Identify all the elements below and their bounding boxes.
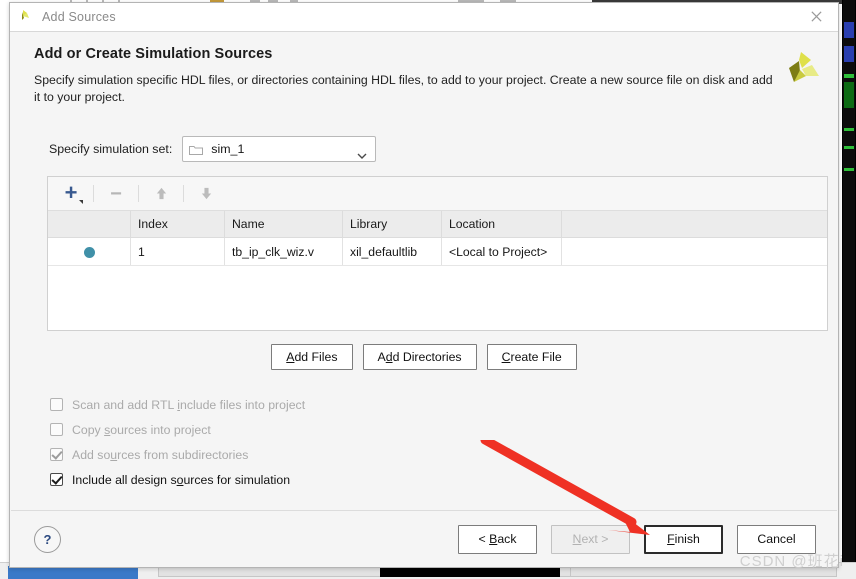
table-body: 1 tb_ip_clk_wiz.v xil_defaultlib <Local … <box>48 237 827 266</box>
option-label: Include all design sources for simulatio… <box>72 472 291 487</box>
sources-empty-area[interactable] <box>48 266 827 330</box>
checkbox-add-subdirectories <box>50 448 63 461</box>
sources-table: Index Name Library Location 1 tb_ip_clk_… <box>48 211 827 266</box>
column-header-location[interactable]: Location <box>441 211 562 238</box>
row-filler <box>561 237 827 266</box>
simulation-set-row: Specify simulation set: sim_1 <box>49 136 816 162</box>
caret-down-icon <box>79 199 83 204</box>
page-description: Specify simulation specific HDL files, o… <box>34 73 773 104</box>
close-icon[interactable] <box>794 3 838 30</box>
xilinx-logo-icon <box>19 9 35 25</box>
cancel-label: Cancel <box>757 532 796 546</box>
column-header-index[interactable]: Index <box>130 211 225 238</box>
simulation-set-label: Specify simulation set: <box>49 142 173 156</box>
option-label: Scan and add RTL include files into proj… <box>72 397 306 412</box>
folder-icon <box>189 143 204 155</box>
add-files-label: Add Files <box>286 350 338 364</box>
row-index: 1 <box>130 237 225 266</box>
dialog-header: Add or Create Simulation Sources Specify… <box>10 32 838 116</box>
table-row[interactable]: 1 tb_ip_clk_wiz.v xil_defaultlib <Local … <box>48 237 827 266</box>
arrow-up-icon[interactable] <box>146 181 176 207</box>
create-file-label: Create File <box>501 350 562 364</box>
column-header-library[interactable]: Library <box>342 211 442 238</box>
sources-panel: + − Index Name Library Location 1 tb_ip_… <box>47 176 828 331</box>
create-file-button[interactable]: Create File <box>486 344 577 370</box>
plus-icon[interactable]: + <box>56 181 86 207</box>
add-sources-dialog: Add Sources Add or Create Simulation Sou… <box>9 2 839 568</box>
chevron-down-icon <box>357 146 367 159</box>
options-list: Scan and add RTL include files into proj… <box>50 392 816 492</box>
option-label: Add sources from subdirectories <box>72 447 249 462</box>
add-directories-button[interactable]: Add Directories <box>362 344 477 370</box>
row-name: tb_ip_clk_wiz.v <box>224 237 343 266</box>
dialog-title: Add Sources <box>42 10 116 24</box>
row-location: <Local to Project> <box>441 237 562 266</box>
row-library: xil_defaultlib <box>342 237 442 266</box>
simulation-set-value: sim_1 <box>211 142 245 156</box>
option-label: Copy sources into project <box>72 422 211 437</box>
column-header-filler <box>561 211 827 238</box>
minus-icon[interactable]: − <box>101 181 131 207</box>
background-editor-minimap <box>842 0 856 579</box>
row-status-dot <box>48 237 131 266</box>
checkbox-scan-rtl-include <box>50 398 63 411</box>
arrow-down-icon[interactable] <box>191 181 221 207</box>
table-header-row: Index Name Library Location <box>48 211 827 238</box>
toolbar-divider <box>93 185 94 202</box>
add-files-button[interactable]: Add Files <box>271 344 353 370</box>
dialog-titlebar: Add Sources <box>10 3 838 32</box>
next-button: Next > <box>551 524 630 554</box>
sources-toolbar: + − <box>48 177 827 211</box>
checkbox-copy-sources <box>50 423 63 436</box>
back-button[interactable]: < Back <box>458 524 537 554</box>
column-header-status[interactable] <box>48 211 131 238</box>
option-copy-sources: Copy sources into project <box>50 417 816 442</box>
finish-label: Finish <box>667 532 700 546</box>
option-add-subdirectories: Add sources from subdirectories <box>50 442 816 467</box>
dialog-body: Specify simulation set: sim_1 + − Index … <box>10 116 838 492</box>
xilinx-pinwheel-logo <box>781 50 821 92</box>
page-title: Add or Create Simulation Sources <box>34 46 273 62</box>
add-directories-label: Add Directories <box>377 350 462 364</box>
table-header: Index Name Library Location <box>48 211 827 238</box>
help-label: ? <box>43 531 52 547</box>
back-label: < Back <box>478 532 517 546</box>
help-button[interactable]: ? <box>34 525 61 553</box>
source-action-buttons: Add Files Add Directories Create File <box>32 344 816 370</box>
filled-dot-icon <box>83 246 95 258</box>
simulation-set-dropdown[interactable]: sim_1 <box>182 136 377 162</box>
toolbar-divider <box>138 185 139 202</box>
column-header-name[interactable]: Name <box>224 211 343 238</box>
toolbar-divider <box>183 185 184 202</box>
option-include-design-sources[interactable]: Include all design sources for simulatio… <box>50 467 816 492</box>
next-label: Next > <box>572 532 609 546</box>
checkbox-include-design-sources[interactable] <box>50 473 63 486</box>
option-scan-rtl-include: Scan and add RTL include files into proj… <box>50 392 816 417</box>
csdn-watermark: CSDN @班花i <box>739 553 844 570</box>
dialog-footer: ? < Back Next > Finish Cancel <box>10 511 838 567</box>
finish-button[interactable]: Finish <box>644 524 723 554</box>
